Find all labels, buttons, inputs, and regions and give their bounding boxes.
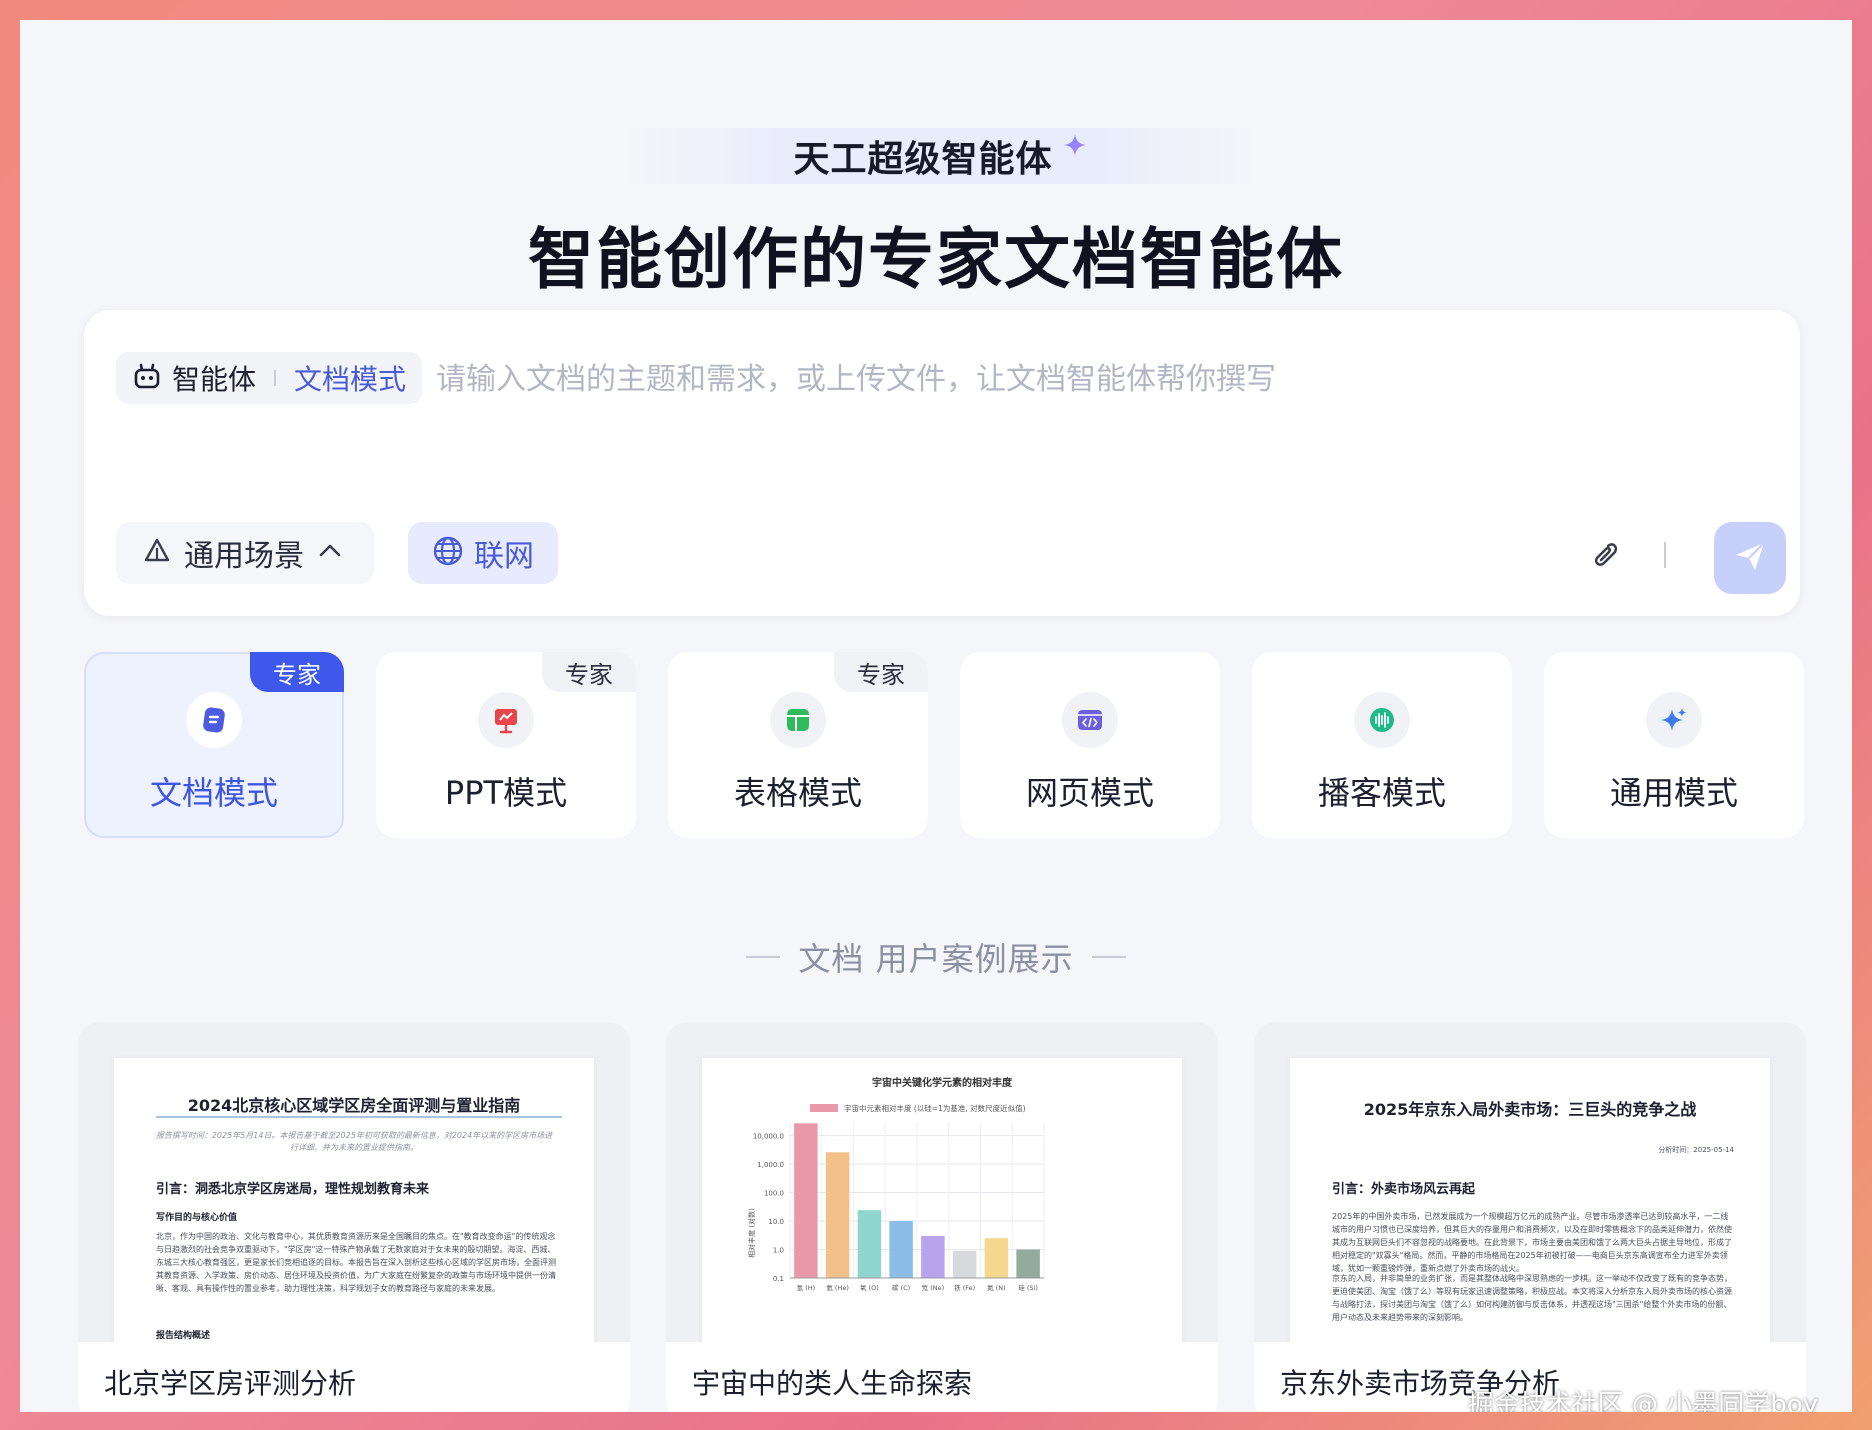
bar — [921, 1235, 945, 1278]
bar — [825, 1152, 850, 1278]
brand-badge: 天工超级智能体 — [620, 128, 1260, 184]
case-preview: 宇宙中关键化学元素的相对丰度 宇宙中元素相对丰度 (以硅=1为基准, 对数尺度近… — [702, 1058, 1182, 1348]
doc-paragraph: 京东的入局，并非简单的业务扩张，而是其整体战略中深思熟虑的一步棋。这一举动不仅改… — [1332, 1274, 1732, 1322]
x-tick-label: 碳 (C) — [892, 1283, 910, 1292]
x-tick-label: 氦 (He) — [826, 1283, 849, 1292]
web-search-toggle[interactable]: 联网 — [408, 522, 558, 584]
mode-name: 文档模式 — [149, 774, 278, 812]
bar — [952, 1250, 977, 1278]
ppt-icon — [478, 692, 534, 748]
x-tick-label: 氖 (Ne) — [922, 1283, 945, 1292]
case-card-universe[interactable]: 宇宙中关键化学元素的相对丰度 宇宙中元素相对丰度 (以硅=1为基准, 对数尺度近… — [666, 1022, 1218, 1412]
header-dash-left — [746, 956, 781, 958]
audio-icon — [1354, 692, 1410, 748]
mode-name: 网页模式 — [1025, 774, 1154, 812]
mode-card-document[interactable]: 专家 文档模式 — [84, 652, 344, 838]
case-card-beijing[interactable]: 2024北京核心区域学区房全面评测与置业指南 报告撰写时间：2025年5月14日… — [78, 1022, 630, 1412]
legend-swatch — [810, 1104, 838, 1112]
prompt-card: 智能体 文档模式 通用场景 — [84, 310, 1800, 616]
current-mode-label: 文档模式 — [294, 363, 407, 396]
doc-paragraph: 2025年的中国外卖市场，已然发展成为一个规模超万亿元的成熟产业。尽管市场渗透率… — [1332, 1212, 1732, 1273]
y-tick-label: 1,000.0 — [757, 1161, 784, 1169]
x-tick-label: 铁 (Fe) — [954, 1283, 975, 1292]
doc-subtitle: 报告撰写时间：2025年5月14日。本报告基于截至2025年初可获取的最新信息，… — [155, 1131, 553, 1152]
mode-card-general[interactable]: 通用模式 — [1544, 652, 1804, 838]
sparkle-icon — [1063, 133, 1087, 161]
doc-heading: 引言：外卖市场风云再起 — [1332, 1182, 1476, 1197]
expert-tag: 专家 — [250, 652, 344, 692]
y-axis-label: 相对丰度 (对数) — [747, 1208, 756, 1258]
sparkle-icon — [1646, 692, 1702, 748]
case-preview: 2024北京核心区域学区房全面评测与置业指南 报告撰写时间：2025年5月14日… — [114, 1058, 594, 1348]
expert-tag: 专家 — [834, 652, 928, 692]
table-icon — [770, 692, 826, 748]
agent-label: 智能体 — [172, 363, 257, 396]
x-tick-label: 氧 (O) — [860, 1283, 879, 1292]
code-icon — [1062, 692, 1118, 748]
doc-title: 2025年京东入局外卖市场：三巨头的竞争之战 — [1363, 1100, 1697, 1119]
case-card-jd[interactable]: 2025年京东入局外卖市场：三巨头的竞争之战 分析时间：2025-05-14 引… — [1254, 1022, 1806, 1412]
chip-divider — [274, 370, 277, 386]
y-tick-label: 10.0 — [768, 1218, 784, 1226]
doc-heading: 引言：洞悉北京学区房迷局，理性规划教育未来 — [156, 1182, 430, 1197]
x-tick-label: 氮 (N) — [987, 1283, 1006, 1292]
case-preview: 2025年京东入局外卖市场：三巨头的竞争之战 分析时间：2025-05-14 引… — [1290, 1058, 1770, 1348]
x-tick-label: 氢 (H) — [797, 1283, 816, 1292]
mode-card-web[interactable]: 网页模式 — [960, 652, 1220, 838]
toolbar-divider — [1664, 542, 1666, 568]
doc-title: 2024北京核心区域学区房全面评测与置业指南 — [187, 1096, 521, 1115]
scene-icon — [142, 536, 172, 570]
mode-name: 通用模式 — [1609, 774, 1738, 812]
doc-subheading: 写作目的与核心价值 — [156, 1213, 238, 1223]
chart-title: 宇宙中关键化学元素的相对丰度 — [872, 1076, 1013, 1089]
mode-name: PPT模式 — [444, 774, 568, 812]
header-dash-right — [1091, 956, 1126, 958]
legend-label: 宇宙中元素相对丰度 (以硅=1为基准, 对数尺度近似值) — [844, 1103, 1026, 1113]
robot-icon — [132, 361, 162, 395]
hero-title: 智能创作的专家文档智能体 — [528, 221, 1344, 298]
bar — [889, 1221, 913, 1278]
page-frame: 天工超级智能体 智能创作的专家文档智能体 智能体 文档模式 请输入文档的主题和需… — [20, 20, 1852, 1412]
expert-tag: 专家 — [542, 652, 636, 692]
mode-name: 表格模式 — [733, 774, 862, 812]
case-caption: 宇宙中的类人生命探索 — [666, 1342, 1218, 1412]
case-section-title: 文档 用户案例展示 — [798, 940, 1074, 978]
watermark: 掘金技术社区 @ 小墨同学boy — [1467, 1390, 1818, 1412]
agent-mode-chip[interactable]: 智能体 文档模式 — [116, 352, 423, 404]
scene-selector-button[interactable]: 通用场景 — [116, 522, 374, 584]
chevron-up-icon — [316, 537, 344, 569]
bar — [857, 1210, 882, 1278]
case-caption: 北京学区房评测分析 — [78, 1342, 630, 1412]
globe-icon — [432, 535, 464, 571]
y-tick-label: 0.1 — [773, 1275, 784, 1283]
doc-paragraph: 北京，作为中国的政治、文化与教育中心，其优质教育资源历来是全国瞩目的焦点。在"教… — [156, 1232, 556, 1293]
mode-card-table[interactable]: 专家 表格模式 — [668, 652, 928, 838]
y-tick-label: 100.0 — [764, 1190, 784, 1198]
brand-badge-text: 天工超级智能体 — [793, 139, 1053, 180]
title-rule — [156, 1116, 562, 1118]
mode-card-podcast[interactable]: 播客模式 — [1252, 652, 1512, 838]
prompt-input[interactable] — [436, 354, 1736, 404]
send-icon — [1731, 537, 1769, 579]
mode-name: 播客模式 — [1317, 774, 1446, 812]
document-icon — [186, 692, 242, 748]
bar — [1016, 1249, 1040, 1278]
attachment-icon[interactable] — [1588, 538, 1622, 576]
case-section-header: 文档 用户案例展示 — [20, 934, 1852, 980]
bar — [984, 1238, 1009, 1278]
web-search-label: 联网 — [474, 539, 534, 574]
doc-subheading: 报告结构概述 — [156, 1331, 211, 1341]
abundance-chart: 宇宙中关键化学元素的相对丰度 宇宙中元素相对丰度 (以硅=1为基准, 对数尺度近… — [747, 1076, 1045, 1292]
y-tick-label: 1.0 — [773, 1247, 784, 1255]
doc-meta: 分析时间：2025-05-14 — [1658, 1146, 1734, 1154]
scene-label: 通用场景 — [184, 539, 304, 574]
x-tick-label: 硅 (Si) — [1018, 1283, 1038, 1292]
mode-card-ppt[interactable]: 专家 PPT模式 — [376, 652, 636, 838]
bar — [794, 1123, 818, 1278]
y-tick-label: 10,000.0 — [753, 1133, 784, 1141]
send-button[interactable] — [1714, 522, 1786, 594]
